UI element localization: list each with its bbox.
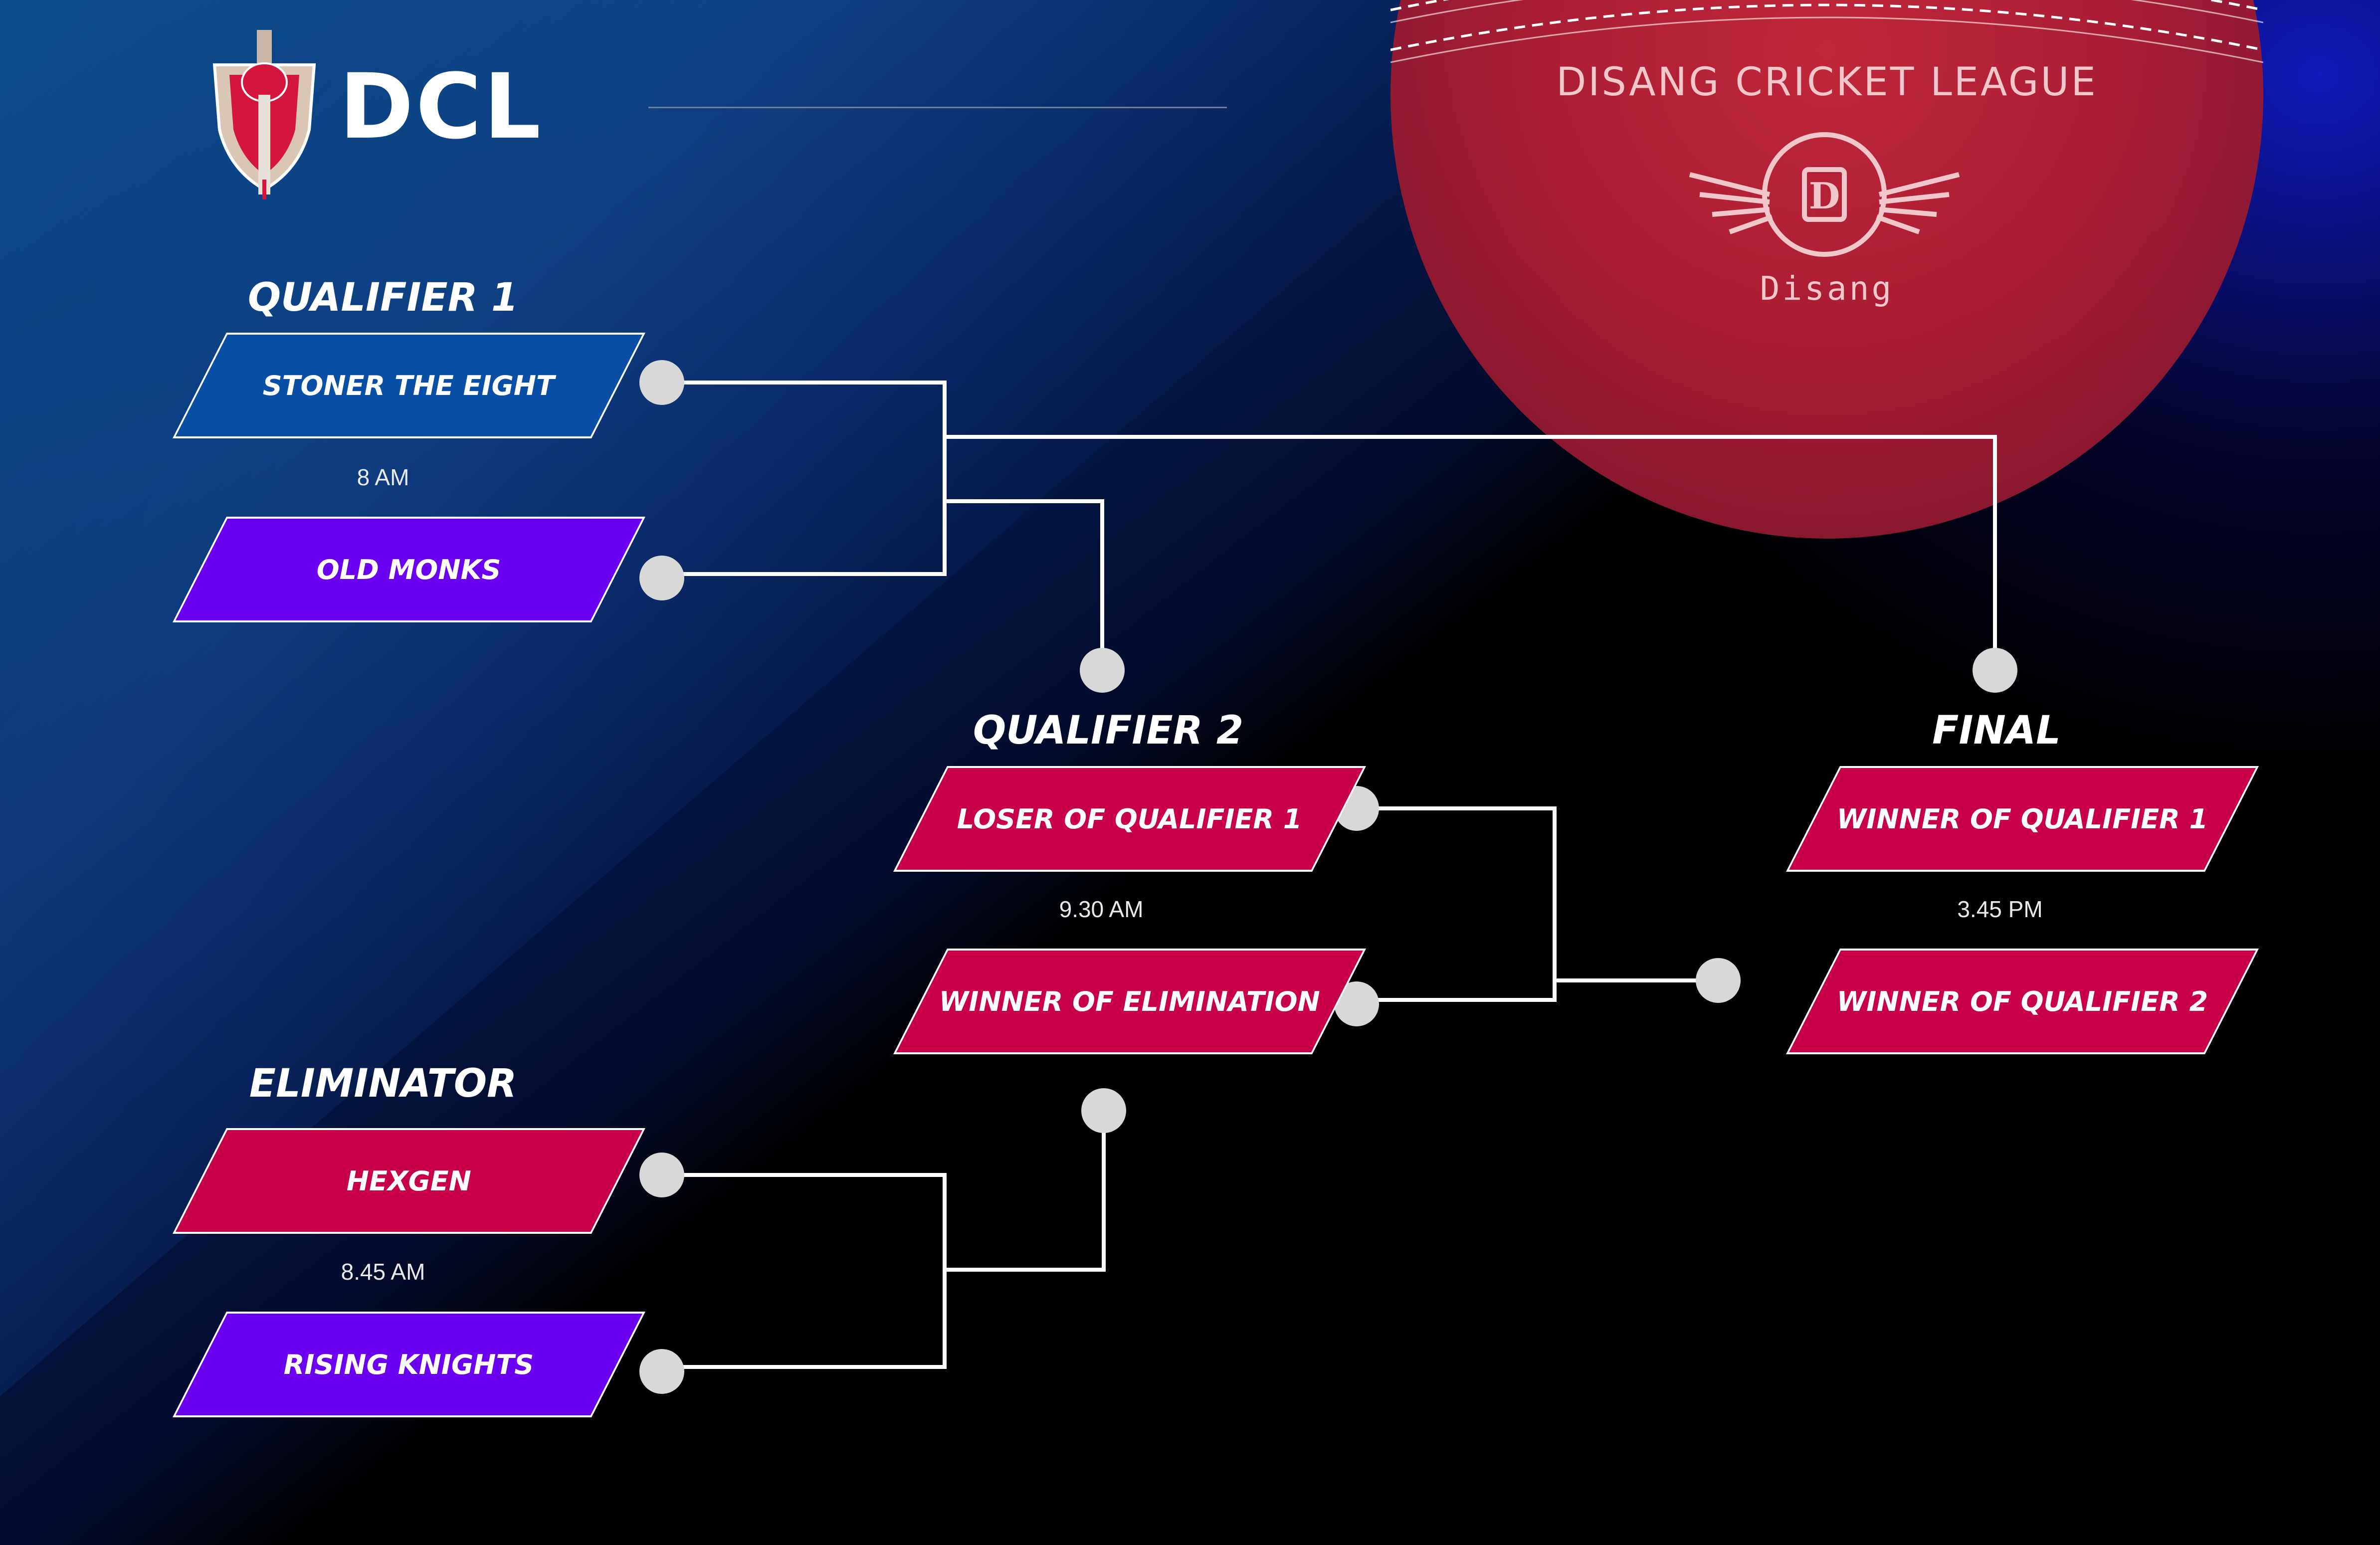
eliminator-team-b[interactable]: RISING KNIGHTS — [172, 1312, 646, 1417]
team-label: WINNER OF QUALIFIER 2 — [1836, 985, 2208, 1017]
team-label: WINNER OF QUALIFIER 1 — [1836, 803, 2208, 835]
eliminator-team-a[interactable]: HEXGEN — [172, 1128, 646, 1234]
eliminator-time: 8.45 AM — [341, 1259, 425, 1285]
node-elim-team-b — [639, 1349, 684, 1394]
qualifier2-team-b[interactable]: WINNER OF ELIMINATION — [893, 949, 1367, 1054]
team-label: WINNER OF ELIMINATION — [939, 985, 1320, 1017]
final-title: FINAL — [1932, 708, 2061, 753]
team-label: OLD MONKS — [317, 554, 501, 585]
final-time: 3.45 PM — [1957, 896, 2043, 922]
team-label: HEXGEN — [346, 1165, 472, 1197]
team-label: LOSER OF QUALIFIER 1 — [957, 803, 1302, 835]
final-team-a[interactable]: WINNER OF QUALIFIER 1 — [1785, 766, 2259, 872]
team-label: STONER THE EIGHT — [263, 370, 555, 401]
node-q1-team-a — [639, 360, 684, 405]
node-q2-winner — [1696, 958, 1741, 1003]
qualifier2-title: QUALIFIER 2 — [973, 708, 1244, 753]
node-q1-winner — [1973, 648, 2017, 693]
node-q1-loser — [1080, 648, 1125, 693]
qualifier1-team-a[interactable]: STONER THE EIGHT — [172, 333, 646, 438]
node-q1-team-b — [639, 556, 684, 600]
qualifier1-team-b[interactable]: OLD MONKS — [172, 517, 646, 622]
qualifier1-time: 8 AM — [357, 464, 409, 490]
final-team-b[interactable]: WINNER OF QUALIFIER 2 — [1785, 949, 2259, 1054]
qualifier1-title: QUALIFIER 1 — [247, 275, 519, 320]
node-elim-winner — [1081, 1088, 1126, 1133]
eliminator-title: ELIMINATOR — [249, 1061, 517, 1106]
bracket-poster: DISANG CRICKET LEAGUE D Disang DCL QUALI… — [0, 0, 2380, 1545]
team-label: RISING KNIGHTS — [284, 1349, 534, 1380]
qualifier2-team-a[interactable]: LOSER OF QUALIFIER 1 — [893, 766, 1367, 872]
node-elim-team-a — [639, 1153, 684, 1197]
qualifier2-time: 9.30 AM — [1059, 896, 1144, 922]
